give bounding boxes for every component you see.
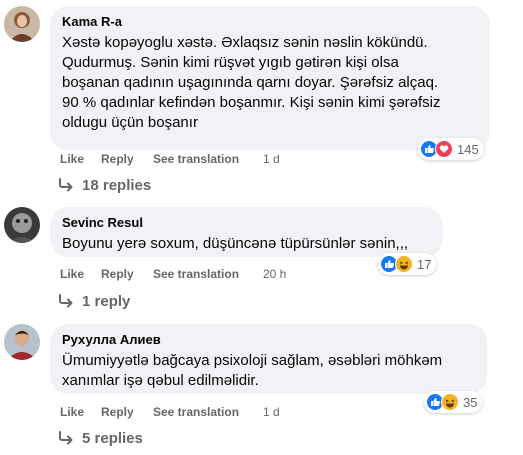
comment-text-line: 90 % qadınlar kefindən boşanmır. Kişi sə… <box>62 94 441 111</box>
reply-button[interactable]: Reply <box>101 151 134 167</box>
see-translation-link[interactable]: See translation <box>153 266 239 282</box>
comment-text-line: Boyunu yerə soxum, düşüncənə tüpürsünlər… <box>62 235 409 252</box>
comment-text-line: oldugu üçün boşanır <box>62 114 198 131</box>
reaction-count: 35 <box>463 394 478 410</box>
comment-text-line: Ümumiyyətlə bağcaya psixoloji sağlam, əs… <box>62 352 443 369</box>
reaction-summary[interactable]: 35 <box>424 391 483 413</box>
see-translation-link[interactable]: See translation <box>153 151 239 167</box>
replies-label[interactable]: 18 replies <box>82 177 151 194</box>
reply-arrow-icon <box>59 431 73 445</box>
timestamp[interactable]: 1 d <box>263 151 280 167</box>
like-button[interactable]: Like <box>60 151 84 167</box>
comment-text-line: Qudurmuş. Sənin kimi rüşvət yıgıb gətirə… <box>62 54 399 71</box>
avatar[interactable] <box>4 207 40 243</box>
comment-author[interactable]: Kama R-a <box>62 14 478 30</box>
comment-text: Boyunu yerə soxum, düşüncənə tüpürsünlər… <box>62 234 431 254</box>
see-translation-link[interactable]: See translation <box>153 404 239 420</box>
reaction-count: 17 <box>417 256 432 272</box>
comment-text-line: xanımlar işə qəbul edilməlidir. <box>62 372 259 389</box>
haha-icon <box>395 255 413 273</box>
like-button[interactable]: Like <box>60 404 84 420</box>
reaction-summary[interactable]: 145 <box>418 138 484 160</box>
haha-icon <box>441 393 459 411</box>
view-replies-link[interactable]: 18 replies <box>58 174 151 196</box>
comment-bubble: Kama R-a Xəstə kopəyoglu xəstə. Əxlaqsız… <box>50 6 490 150</box>
comment-bubble: Рухулла Алиев Ümumiyyətlə bağcaya psixol… <box>50 324 487 394</box>
comment-text: Xəstə kopəyoglu xəstə. Əxlaqsız sənin nə… <box>62 33 478 133</box>
timestamp[interactable]: 20 h <box>263 266 286 282</box>
comment-author[interactable]: Рухулла Алиев <box>62 332 475 348</box>
avatar[interactable] <box>4 324 40 360</box>
reaction-count: 145 <box>457 141 479 157</box>
reply-arrow-icon <box>59 294 73 308</box>
reply-arrow-icon <box>59 178 73 192</box>
like-button[interactable]: Like <box>60 266 84 282</box>
reaction-summary[interactable]: 17 <box>378 253 437 275</box>
replies-label[interactable]: 1 reply <box>82 293 130 310</box>
view-replies-link[interactable]: 5 replies <box>58 427 143 449</box>
comment-text: Ümumiyyətlə bağcaya psixoloji sağlam, əs… <box>62 351 475 391</box>
comment-text-line: boşanan qadının uşagınında qarnı doyar. … <box>62 74 439 91</box>
view-replies-link[interactable]: 1 reply <box>58 290 130 312</box>
comment-author[interactable]: Sevinc Resul <box>62 215 431 231</box>
comment-text-line: Xəstə kopəyoglu xəstə. Əxlaqsız sənin nə… <box>62 34 428 51</box>
reply-button[interactable]: Reply <box>101 266 134 282</box>
comment-bubble: Sevinc Resul Boyunu yerə soxum, düşüncən… <box>50 207 443 257</box>
love-icon <box>435 140 453 158</box>
reply-button[interactable]: Reply <box>101 404 134 420</box>
avatar[interactable] <box>4 6 40 42</box>
replies-label[interactable]: 5 replies <box>82 430 143 447</box>
timestamp[interactable]: 1 d <box>263 404 280 420</box>
